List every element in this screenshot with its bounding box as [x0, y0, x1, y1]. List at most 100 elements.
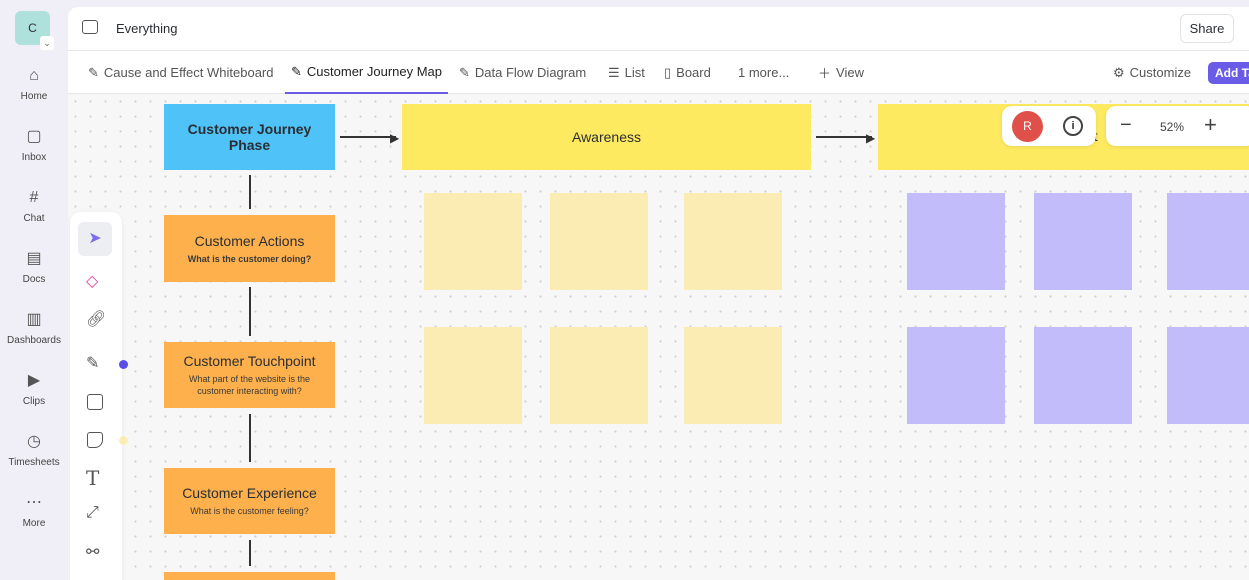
arrow-connector	[249, 414, 251, 462]
whiteboard-icon: ✎	[459, 64, 470, 80]
sidebar-item-dashboards[interactable]: ▥ Dashboards	[0, 310, 68, 346]
tab-cause-and-effect[interactable]: ✎ Cause and Effect Whiteboard	[88, 51, 274, 94]
sticky-note[interactable]	[424, 327, 522, 424]
row-subtitle: What is the customer doing?	[187, 253, 312, 264]
zoom-level: 52%	[1160, 120, 1185, 134]
timesheets-icon: ◷	[27, 433, 41, 450]
stage-awareness[interactable]: Awareness	[402, 104, 811, 170]
zoom-out-icon[interactable]: −	[1120, 114, 1132, 137]
row-customer-experience[interactable]: Customer Experience What is the customer …	[164, 468, 335, 534]
select-tool-icon[interactable]: ➤	[78, 222, 112, 256]
customize-button[interactable]: ⚙ Customize	[1113, 51, 1191, 94]
home-icon: ⌂	[29, 67, 39, 84]
tab-board[interactable]: ▯ Board	[664, 51, 711, 94]
sidebar-item-label: More	[22, 518, 46, 529]
sticky-note[interactable]	[907, 193, 1005, 290]
sidebar-item-label: Home	[20, 91, 48, 102]
row-subtitle: What part of the website is the customer…	[188, 374, 311, 396]
drawing-toolbar: ➤ ◇ 🔗︎ ✎ T ⤢ ⚯	[70, 212, 128, 580]
collaborators-panel: R i	[1002, 106, 1096, 146]
dashboards-icon: ▥	[26, 311, 42, 328]
sidebar-item-label: Timesheets	[8, 457, 60, 468]
user-avatar[interactable]: R	[1012, 111, 1043, 142]
plus-icon: ＋	[818, 66, 832, 81]
chevron-down-icon[interactable]: ⌄	[40, 36, 54, 50]
add-task-button[interactable]: Add Ta	[1208, 62, 1249, 84]
workspace-initial: C	[28, 21, 37, 35]
arrow-head-icon: ▶	[390, 131, 400, 145]
more-icon: ⋯	[26, 494, 42, 511]
clickup-ai-icon[interactable]: ◇	[86, 271, 98, 291]
row-title: Customer Touchpoint	[183, 353, 316, 369]
arrow-connector	[816, 136, 872, 138]
whiteboard-canvas[interactable]: Customer Journey Phase Awareness at ▶ ▶ …	[68, 94, 1249, 580]
sidebar-item-more[interactable]: ⋯ More	[0, 493, 68, 529]
pen-icon[interactable]: ✎	[86, 353, 99, 373]
tab-list[interactable]: ☰ List	[608, 51, 645, 94]
mindmap-icon[interactable]: ⚯	[86, 542, 99, 562]
sidebar-item-label: Dashboards	[7, 335, 61, 346]
whiteboard-icon: ✎	[88, 64, 99, 80]
row-customer-touchpoint[interactable]: Customer Touchpoint What part of the webs…	[164, 342, 335, 408]
row-next[interactable]	[164, 572, 335, 580]
arrow-connector	[249, 175, 251, 209]
phase-header[interactable]: Customer Journey Phase	[164, 104, 335, 170]
sticky-note[interactable]	[684, 327, 782, 424]
share-button[interactable]: Share	[1180, 14, 1234, 43]
sidebar-item-timesheets[interactable]: ◷ Timesheets	[0, 432, 68, 468]
sticky-note[interactable]	[550, 327, 648, 424]
sidebar-item-clips[interactable]: ▶ Clips	[0, 371, 68, 407]
pen-color-swatch[interactable]	[119, 360, 128, 369]
tab-customer-journey-map[interactable]: ✎ Customer Journey Map	[285, 51, 449, 94]
sidebar-toggle-icon[interactable]	[82, 20, 98, 34]
tab-data-flow-diagram[interactable]: ✎ Data Flow Diagram	[459, 51, 586, 94]
sidebar-item-docs[interactable]: ▤ Docs	[0, 249, 68, 285]
chat-icon: #	[29, 189, 39, 206]
zoom-in-icon[interactable]: +	[1204, 112, 1217, 138]
main-panel: Everything Share ✎ Cause and Effect White…	[68, 7, 1249, 580]
docs-icon: ▤	[26, 250, 42, 267]
row-title: Customer Actions	[194, 232, 305, 249]
clips-icon: ▶	[27, 372, 41, 389]
header: Everything Share	[68, 7, 1249, 51]
sticky-note[interactable]	[907, 327, 1005, 424]
tab-label: List	[624, 65, 645, 80]
row-subtitle: What is the customer feeling?	[190, 506, 309, 516]
info-icon[interactable]: i	[1063, 116, 1083, 136]
customize-label: Customize	[1129, 65, 1192, 80]
view-tabs: ✎ Cause and Effect Whiteboard ✎ Customer J…	[68, 51, 1249, 94]
link-icon[interactable]: 🔗︎	[86, 309, 106, 329]
sidebar-item-home[interactable]: ⌂ Home	[0, 66, 68, 102]
board-icon: ▯	[664, 64, 672, 80]
sidebar-item-label: Chat	[23, 213, 45, 224]
connector-icon[interactable]: ⤢	[86, 504, 99, 522]
sticky-note[interactable]	[684, 193, 782, 290]
list-icon: ☰	[608, 64, 620, 80]
sidebar-item-inbox[interactable]: ▢ Inbox	[0, 127, 68, 163]
text-icon[interactable]: T	[86, 466, 99, 490]
tab-more[interactable]: 1 more...	[738, 51, 789, 94]
sticky-note[interactable]	[1034, 327, 1132, 424]
tab-label: View	[836, 65, 864, 80]
sidebar-item-label: Docs	[22, 274, 46, 285]
sticky-note[interactable]	[1167, 327, 1249, 424]
sticky-note[interactable]	[1034, 193, 1132, 290]
sticky-note[interactable]	[1167, 193, 1249, 290]
tab-label: Board	[676, 65, 711, 80]
arrow-connector	[340, 136, 396, 138]
tab-label: 1 more...	[738, 65, 790, 80]
inbox-icon: ▢	[26, 128, 42, 145]
sticky-color-swatch[interactable]	[119, 436, 128, 445]
sticky-note[interactable]	[424, 193, 522, 290]
sidebar: C ⌄ ⌂ Home ▢ Inbox # Chat ▤ Docs ▥ Dashboards ▶ Cli…	[0, 0, 68, 580]
sidebar-item-label: Inbox	[21, 152, 47, 163]
arrow-connector	[249, 287, 251, 336]
sidebar-item-chat[interactable]: # Chat	[0, 188, 68, 224]
sticky-note-icon[interactable]	[87, 432, 103, 448]
add-view-button[interactable]: ＋ View	[818, 51, 864, 94]
rectangle-icon[interactable]	[87, 394, 103, 410]
gear-icon: ⚙	[1113, 64, 1125, 80]
sticky-note[interactable]	[550, 193, 648, 290]
row-customer-actions[interactable]: Customer Actions What is the customer doi…	[164, 215, 335, 282]
tab-label: Customer Journey Map	[306, 64, 443, 79]
